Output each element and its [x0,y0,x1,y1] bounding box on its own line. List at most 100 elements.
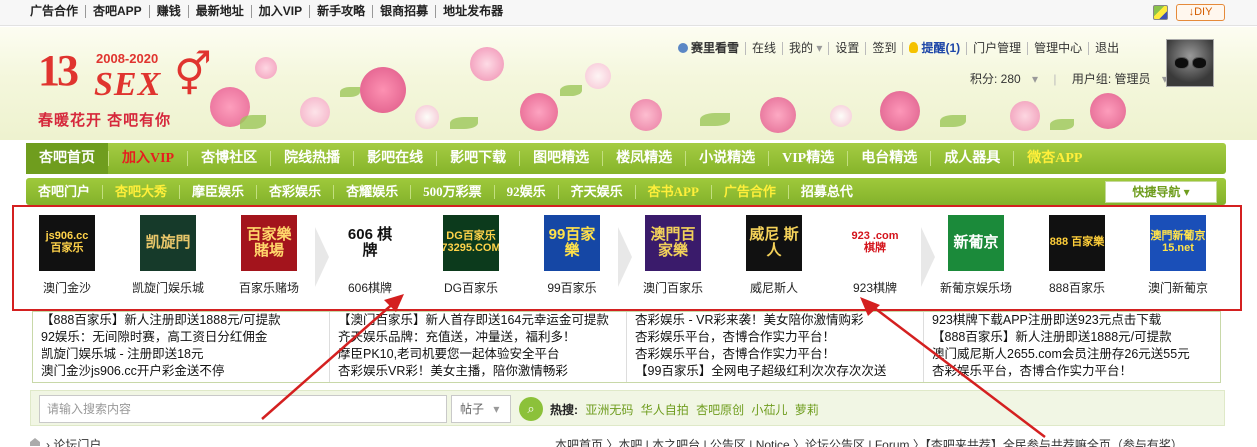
nav-item[interactable]: 杏博社区 [187,151,270,166]
top-link-address-publisher[interactable]: 地址发布器 [435,5,510,18]
nav-item[interactable]: 成人器具 [930,151,1013,166]
nav-item[interactable]: VIP精选 [768,151,847,166]
ad-tile[interactable]: 澳門百家樂澳门百家乐 [630,215,716,296]
online-status[interactable]: 在线 [745,42,782,55]
text-ad-link[interactable]: 杏彩娱乐平台，杏博合作实力平台！ [932,363,1216,380]
ad-tile[interactable]: 新葡京 新葡京娱乐场 [933,215,1019,296]
ad-image: 澳門百家樂 [645,215,701,271]
hot-keyword[interactable]: 小苮儿 [751,403,787,417]
quick-nav-button[interactable]: 快捷导航 ▾ [1105,181,1217,203]
text-ad-link[interactable]: 杏彩娱乐平台，杏博合作实力平台！ [635,329,919,346]
subnav-item[interactable]: 杏彩娱乐 [256,184,333,199]
username-link[interactable]: 赛里看雪 [678,42,745,55]
remind-link[interactable]: 提醒(1) [902,42,966,55]
points-menu[interactable]: 积分: 280 ▾ [962,72,1046,86]
text-ad-link[interactable]: 923棋牌下载APP注册即送923元点击下载 [932,312,1216,329]
subnav-item[interactable]: 杏吧门户 [26,184,102,199]
ad-tile[interactable]: 澳門新葡京 15.net 澳门新葡京 [1135,215,1221,296]
logout-link[interactable]: 退出 [1088,42,1125,55]
ad-tile[interactable]: 923 .com 棋牌 923棋牌 [832,215,918,296]
search-type-select[interactable]: 帖子 ▾ [451,395,511,423]
text-ad-link[interactable]: 澳门金沙js906.cc开户彩金送不停 [41,363,325,380]
subnav-item[interactable]: 齐天娱乐 [557,184,635,199]
text-ads: 【888百家乐】新人注册即送1888元/可提款 92娱乐：无间隙时赛，高工资日分红… [32,311,1221,383]
subnav-item[interactable]: 摩臣娱乐 [179,184,256,199]
logo-years: 2008-2020 [96,51,159,66]
ad-label: 澳门新葡京 [1147,281,1208,295]
search-icon[interactable]: ⌕ [519,397,543,421]
ad-label: 澳门百家乐 [642,281,703,295]
top-link-guide[interactable]: 新手攻略 [309,5,372,18]
nav-item[interactable]: 院线热播 [270,151,353,166]
text-ad-link[interactable]: 【99百家乐】全网电子超级红利次次存次次送 [635,363,919,380]
nav-item[interactable]: 加入VIP [108,151,187,166]
ad-tile[interactable]: 凯旋門 凯旋门娱乐城 [125,215,211,296]
portal-admin-link[interactable]: 门户管理 [966,42,1027,55]
ad-image: 凯旋門 [140,215,196,271]
hot-keyword[interactable]: 亚洲无码 [585,403,633,417]
subnav-item[interactable]: 招募总代 [787,184,865,199]
ad-image: 新葡京 [948,215,1004,271]
breadcrumb[interactable]: › 论坛门户 [46,436,101,447]
ad-tile[interactable]: DG百家乐 73295.COM DG百家乐 [428,215,514,296]
text-ad-link[interactable]: 杏彩娱乐VR彩！美女主播，陪你激情畅彩 [338,363,622,380]
logo-text: SEX [94,66,162,103]
theme-picture-icon[interactable] [1153,5,1168,20]
text-ad-column: 923棋牌下载APP注册即送923元点击下载 【888百家乐】新人注册即送1888… [923,312,1220,382]
hot-keyword[interactable]: 萝莉 [795,403,819,417]
my-menu[interactable]: 我的 ▾ [782,42,828,55]
text-ad-link[interactable]: 杏彩娱乐平台，杏博合作实力平台！ [635,346,919,363]
nav-item[interactable]: 影吧在线 [353,151,436,166]
ad-tile[interactable]: 99百家樂 99百家乐 [529,215,615,296]
diy-button[interactable]: ↓DIY [1176,4,1225,21]
logo-slogan: 春暖花开 杏吧有你 [38,112,172,129]
admin-center-link[interactable]: 管理中心 [1027,42,1088,55]
settings-link[interactable]: 设置 [828,42,865,55]
breadcrumb-right[interactable]: 本吧首页 〉本吧 | 本之吧台 | 公告区 | Notice 〉论坛公告区 | … [555,436,1183,447]
search-input[interactable]: 请输入搜索内容 [39,395,447,423]
top-link-app[interactable]: 杏吧APP [85,5,149,18]
text-ad-link[interactable]: 【888百家乐】新人注册即送1888元/可提款 [932,329,1216,346]
separator: | [1053,72,1057,86]
ad-label: 99百家乐 [547,281,597,295]
subnav-item[interactable]: 杏耀娱乐 [333,184,410,199]
nav-item[interactable]: 楼凤精选 [602,151,685,166]
text-ad-link[interactable]: 摩臣PK10,老司机要您一起体验安全平台 [338,346,622,363]
user-icon [678,43,688,53]
hot-keyword[interactable]: 华人自拍 [641,403,689,417]
text-ad-link[interactable]: 92娱乐：无间隙时赛，高工资日分红佣金 [41,329,325,346]
top-link-latest-address[interactable]: 最新地址 [187,5,251,18]
checkin-link[interactable]: 签到 [865,42,902,55]
text-ad-link[interactable]: 澳门威尼斯人2655.com会员注册存26元送55元 [932,346,1216,363]
subnav-item[interactable]: 杏吧大秀 [102,184,179,199]
nav-item[interactable]: 图吧精选 [519,151,602,166]
ad-tile[interactable]: 606 棋牌 606棋牌 [327,215,413,296]
subnav-item[interactable]: 92娱乐 [493,184,558,199]
top-link-join-vip[interactable]: 加入VIP [250,5,309,18]
nav-item[interactable]: 杏吧首页 [26,143,108,174]
ad-tile[interactable]: 888 百家樂 888百家乐 [1034,215,1120,296]
top-link-recruit[interactable]: 银商招募 [372,5,435,18]
subnav-item[interactable]: 广告合作 [710,184,788,199]
avatar[interactable] [1166,39,1214,87]
hot-keyword[interactable]: 杏吧原创 [696,403,744,417]
ad-tile[interactable]: js906.cc 百家乐 澳门金沙 [24,215,110,296]
text-ad-link[interactable]: 凯旋门娱乐城 - 注册即送18元 [41,346,325,363]
nav-item[interactable]: 影吧下载 [436,151,519,166]
ad-tile[interactable]: 百家樂 賭場 百家乐赌场 [226,215,312,296]
ad-image: 606 棋牌 [342,215,398,271]
nav-item[interactable]: 微杏APP [1013,151,1095,166]
subnav-item[interactable]: 500万彩票 [410,184,494,199]
nav-item[interactable]: 电台精选 [847,151,930,166]
text-ad-link[interactable]: 齐天娱乐品牌：充值送，冲量送，福利多！ [338,329,622,346]
text-ad-link[interactable]: 【888百家乐】新人注册即送1888元/可提款 [41,312,325,329]
text-ad-link[interactable]: 【澳门百家乐】新人首存即送164元幸运金可提款 [338,312,622,329]
subnav-item[interactable]: 杏书APP [634,184,711,199]
user-group-menu[interactable]: 用户组: 管理员 ▾ [1064,72,1176,86]
top-link-earn[interactable]: 赚钱 [148,5,188,18]
home-icon[interactable] [30,438,40,446]
top-link-ad[interactable]: 广告合作 [30,5,85,18]
nav-item[interactable]: 小说精选 [685,151,768,166]
text-ad-link[interactable]: 杏彩娱乐 - VR彩来袭！美女陪你激情购彩 [635,312,919,329]
ad-tile[interactable]: 威尼 斯人 威尼斯人 [731,215,817,296]
